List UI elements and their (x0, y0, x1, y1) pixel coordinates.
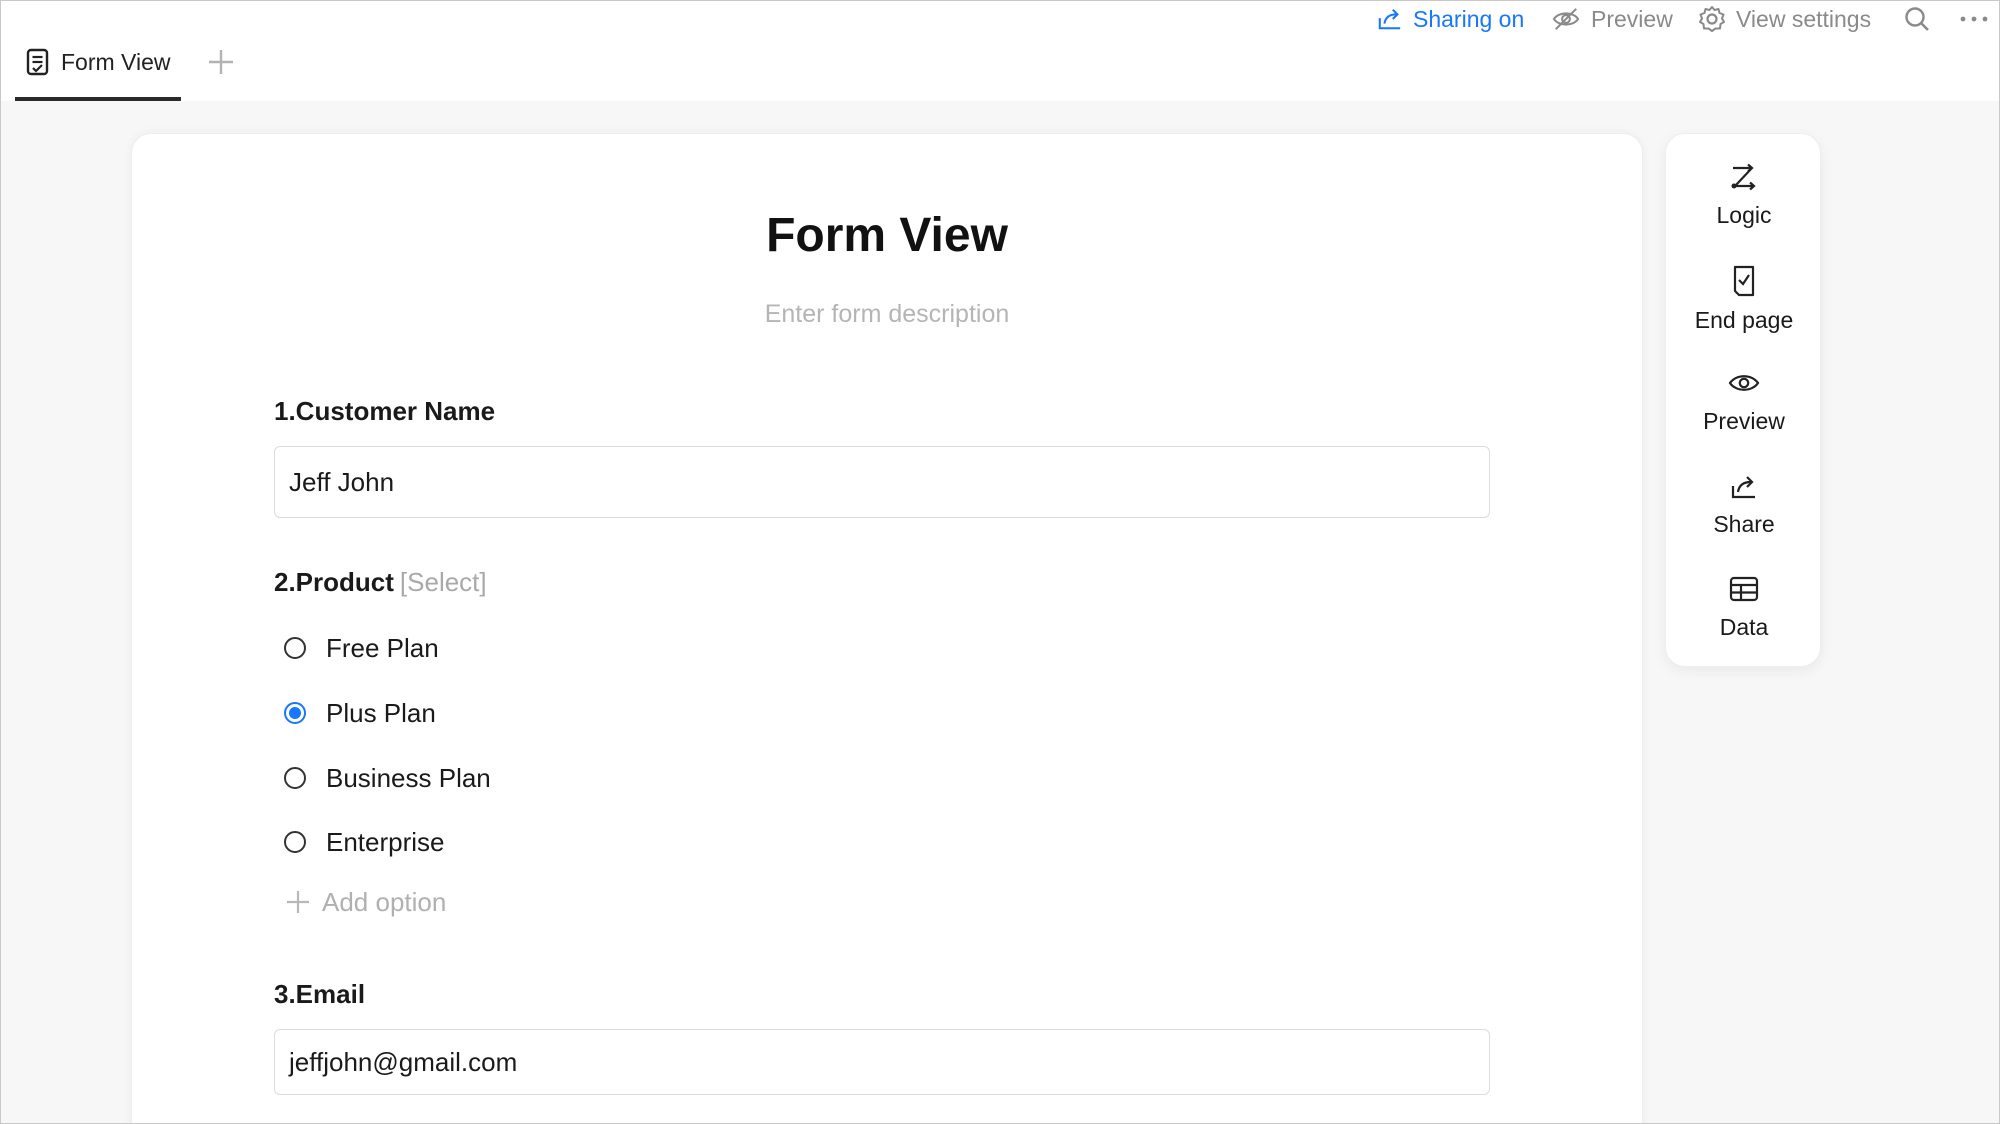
data-button[interactable]: Data (1666, 570, 1822, 660)
option-label: Plus Plan (326, 697, 436, 728)
side-item-label: Share (1713, 511, 1775, 537)
preview-panel-button[interactable]: Preview (1666, 364, 1822, 454)
option-label: Enterprise (326, 826, 445, 857)
form-card: Form View Enter form description 1.Custo… (131, 133, 1643, 1123)
logic-button[interactable]: Logic (1666, 158, 1822, 248)
share-panel-button[interactable]: Share (1666, 467, 1822, 557)
question-label: 2.Product [Select] (274, 567, 487, 598)
preview-label: Preview (1591, 5, 1673, 32)
search-icon (1905, 7, 1929, 31)
preview-button[interactable]: Preview (1551, 1, 1673, 37)
eye-icon (1728, 375, 1760, 391)
radio-button[interactable] (284, 831, 306, 853)
side-item-label: End page (1694, 307, 1794, 333)
radio-button[interactable] (284, 637, 306, 659)
form-icon (26, 48, 49, 76)
gear-icon (1699, 6, 1725, 32)
option-free-plan[interactable]: Free Plan (284, 631, 439, 665)
sharing-button[interactable]: Sharing on (1377, 1, 1524, 37)
tab-form-view[interactable]: Form View (15, 31, 181, 101)
option-label: Business Plan (326, 762, 491, 793)
logic-icon (1731, 163, 1756, 191)
side-item-label: Data (1719, 614, 1769, 640)
more-button[interactable] (1959, 1, 1999, 37)
form-title[interactable]: Form View (132, 208, 1642, 263)
option-plus-plan[interactable]: Plus Plan (284, 696, 436, 730)
add-view-button[interactable] (204, 45, 238, 79)
tab-label: Form View (61, 49, 171, 75)
side-item-label: Preview (1703, 408, 1785, 434)
share-icon (1378, 8, 1401, 30)
share-icon (1731, 476, 1755, 499)
option-enterprise[interactable]: Enterprise (284, 825, 445, 859)
end-page-button[interactable]: End page (1666, 261, 1822, 351)
view-settings-label: View settings (1736, 5, 1872, 32)
add-option-label: Add option (322, 886, 447, 917)
add-option-button[interactable]: Add option (284, 885, 446, 919)
radio-button[interactable] (284, 767, 306, 789)
email-field[interactable]: jeffjohn@gmail.com (274, 1029, 1490, 1095)
view-settings-button[interactable]: View settings (1698, 1, 1871, 37)
customer-name-field[interactable]: Jeff John (274, 446, 1490, 518)
search-button[interactable] (1903, 1, 1941, 37)
option-business-plan[interactable]: Business Plan (284, 761, 491, 795)
form-description[interactable]: Enter form description (132, 300, 1642, 329)
side-item-label: Logic (1716, 202, 1772, 228)
plus-icon (209, 50, 233, 74)
plus-icon (287, 891, 309, 913)
table-icon (1729, 576, 1759, 602)
radio-button-selected[interactable] (284, 702, 306, 724)
eye-off-icon (1552, 8, 1580, 30)
question-label: 3.Email (274, 979, 366, 1009)
end-page-icon (1733, 265, 1755, 297)
option-label: Free Plan (326, 632, 439, 663)
sharing-label: Sharing on (1413, 5, 1525, 32)
side-panel: Logic End page Preview Share Data (1665, 133, 1821, 667)
question-label: 1.Customer Name (274, 396, 496, 426)
top-bar: Form View Sharing on Preview View settin… (1, 1, 1999, 101)
app-window: Form View Sharing on Preview View settin… (0, 0, 2000, 1124)
question-label-text: 2.Product (274, 567, 394, 597)
more-icon (1960, 16, 1988, 22)
question-type-tag: [Select] (399, 567, 487, 597)
